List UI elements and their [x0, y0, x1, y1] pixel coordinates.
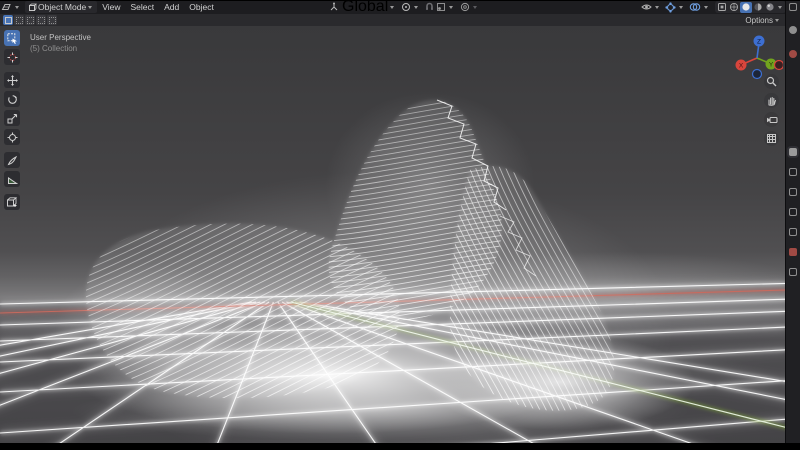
- toggle-perspective-icon[interactable]: [764, 131, 779, 146]
- object-mode-cube-icon: [28, 3, 37, 12]
- collection-text: (5) Collection: [30, 43, 91, 54]
- render-tab[interactable]: [789, 168, 797, 176]
- gizmo-x-label: X: [739, 62, 744, 69]
- snap-magnet-icon[interactable]: [425, 2, 434, 12]
- transform-orientation-icon: [329, 2, 339, 12]
- tool-move[interactable]: [4, 72, 20, 88]
- camera-view-icon[interactable]: [764, 112, 779, 127]
- tool-annotate[interactable]: [4, 152, 20, 168]
- gizmo-neg-z-axis: [753, 70, 762, 79]
- tool-cursor[interactable]: [4, 49, 20, 65]
- mode-caret: [88, 6, 92, 9]
- shading-solid-icon[interactable]: [740, 2, 752, 13]
- gizmo-neg-x-axis: [775, 61, 784, 70]
- falloff-caret[interactable]: [473, 6, 477, 9]
- viewport-nav-buttons: [764, 74, 779, 146]
- shading-material-icon[interactable]: [752, 2, 764, 13]
- proportional-editing-icon[interactable]: [460, 2, 470, 12]
- object-tab[interactable]: [789, 268, 797, 276]
- orientation-caret[interactable]: [390, 6, 394, 9]
- show-gizmos-icon[interactable]: [665, 2, 676, 13]
- object-visibility-icon[interactable]: [641, 2, 652, 12]
- output-tab[interactable]: [789, 188, 797, 196]
- shading-group: [715, 1, 786, 13]
- options-caret: [775, 19, 779, 22]
- pivot-point-icon[interactable]: [401, 2, 411, 12]
- record-icon[interactable]: [789, 50, 797, 58]
- tool-add-cube[interactable]: [4, 194, 20, 210]
- overlays-caret[interactable]: [704, 6, 708, 9]
- gizmo-y-label: Y: [769, 61, 774, 68]
- tool-scale[interactable]: [4, 110, 20, 126]
- mode-label: Object Mode: [38, 2, 86, 12]
- menu-view[interactable]: View: [97, 2, 125, 12]
- tool-measure[interactable]: [4, 171, 20, 187]
- header-right-controls: [640, 0, 786, 14]
- snap-target-icon[interactable]: [436, 2, 446, 12]
- pan-hand-icon[interactable]: [764, 93, 779, 108]
- viewlayer-tab[interactable]: [789, 208, 797, 216]
- toolbar: [4, 30, 20, 210]
- world-tab[interactable]: [789, 248, 797, 256]
- select-mode-set[interactable]: [3, 15, 13, 25]
- select-mode-intersect[interactable]: [47, 15, 57, 25]
- shading-caret[interactable]: [778, 6, 782, 9]
- options-dropdown[interactable]: Options: [745, 14, 782, 26]
- tool-tab[interactable]: [789, 148, 797, 156]
- letterbox-bottom: [0, 443, 800, 450]
- mode-dropdown[interactable]: Object Mode: [25, 1, 97, 13]
- shading-rendered-icon[interactable]: [764, 2, 776, 13]
- pivot-caret[interactable]: [414, 6, 418, 9]
- select-mode-buttons: [3, 15, 57, 25]
- properties-editor-icon[interactable]: [789, 3, 797, 11]
- tool-rotate[interactable]: [4, 91, 20, 107]
- tool-select-box[interactable]: [4, 30, 20, 46]
- view-name-text: User Perspective: [30, 32, 91, 43]
- zoom-icon[interactable]: [764, 74, 779, 89]
- show-overlays-icon[interactable]: [689, 2, 701, 12]
- gizmo-z-label: Z: [757, 38, 761, 45]
- scene-tab[interactable]: [789, 228, 797, 236]
- snap-caret[interactable]: [449, 6, 453, 9]
- letterbox-top: [0, 0, 800, 1]
- gizmos-caret[interactable]: [679, 6, 683, 9]
- editor-type-icon[interactable]: [1, 2, 12, 12]
- viewport-scene: [0, 26, 786, 443]
- blender-window: { "header": { "editor_icon": "3d-viewpor…: [0, 0, 800, 450]
- menu-select[interactable]: Select: [125, 2, 159, 12]
- tool-settings-bar: Options: [0, 14, 786, 26]
- viewport-overlay-text: User Perspective (5) Collection: [30, 32, 91, 54]
- menu-add[interactable]: Add: [159, 2, 184, 12]
- menu-object[interactable]: Object: [184, 2, 219, 12]
- select-mode-extend[interactable]: [14, 15, 24, 25]
- select-mode-invert[interactable]: [36, 15, 46, 25]
- select-mode-subtract[interactable]: [25, 15, 35, 25]
- 3d-viewport[interactable]: User Perspective (5) Collection: [0, 26, 786, 443]
- tool-transform[interactable]: [4, 129, 20, 145]
- visibility-caret[interactable]: [655, 6, 659, 9]
- shading-wireframe-icon[interactable]: [728, 2, 740, 13]
- camera-icon[interactable]: [789, 26, 797, 34]
- options-label: Options: [745, 16, 773, 25]
- right-panel-edge: [785, 0, 800, 443]
- header-center-controls: Global: [328, 0, 480, 14]
- editor-type-caret[interactable]: [15, 6, 19, 9]
- toggle-xray-icon[interactable]: [716, 2, 728, 13]
